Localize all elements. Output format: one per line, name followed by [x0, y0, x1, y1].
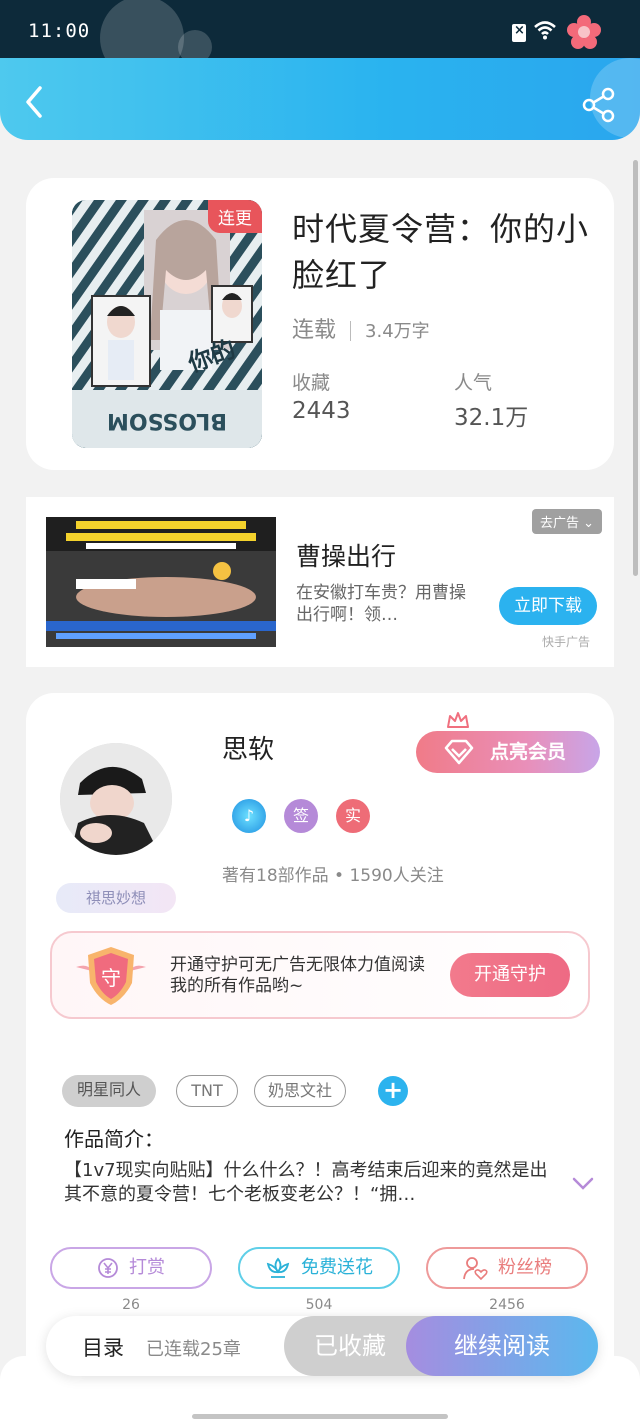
lotus-icon: [266, 1257, 290, 1278]
user-heart-icon: [463, 1257, 488, 1281]
book-meta: 连载 3.4万字: [292, 312, 430, 344]
signed-badge: 签: [284, 799, 318, 833]
intro-label: 作品简介：: [64, 1127, 164, 1151]
tag-item[interactable]: TNT: [176, 1075, 238, 1107]
author-title-tag: 祺思妙想: [56, 883, 176, 913]
svg-text:BLOSSOM: BLOSSOM: [107, 408, 227, 433]
book-info-card: BLOSSOM 你的 连更 时代夏令营：你的小脸红了 连载 3.4万字 收藏 24…: [26, 178, 614, 470]
book-cover[interactable]: BLOSSOM 你的 连更: [72, 200, 262, 448]
author-card: 祺思妙想 思软 点亮会员 ♪ 签 实 著有18部作品 • 1590人关注 守 开…: [26, 693, 614, 1422]
verified-badge: 实: [336, 799, 370, 833]
toc-button[interactable]: 目录: [82, 1332, 124, 1362]
cover-illustration: BLOSSOM 你的: [72, 200, 262, 448]
top-header: [0, 58, 640, 140]
chapter-count[interactable]: 已连载25章: [146, 1335, 241, 1361]
reward-button[interactable]: 打赏: [50, 1247, 212, 1289]
status-time: 11:00: [28, 20, 91, 42]
ad-remove-button[interactable]: 去广告 ⌄: [532, 509, 603, 534]
add-tag-button[interactable]: +: [378, 1076, 408, 1106]
fan-count: 2456: [489, 1297, 525, 1313]
guard-banner: 守 开通守护可无广告无限体力值阅读我的所有作品哟~ 开通守护: [50, 931, 590, 1019]
reward-count: 26: [122, 1297, 140, 1313]
home-indicator[interactable]: [192, 1414, 448, 1419]
send-flower-button[interactable]: 免费送花: [238, 1247, 400, 1289]
vip-label: 点亮会员: [490, 741, 567, 763]
avatar-image: [60, 743, 172, 855]
chevron-down-icon[interactable]: [572, 1177, 594, 1191]
ad-video-thumbnail: [46, 517, 276, 647]
ad-source-label: 快手广告: [542, 635, 591, 649]
continue-reading-button[interactable]: 继续阅读: [406, 1316, 598, 1376]
ad-image[interactable]: [46, 517, 276, 647]
cover-update-tag: 连更: [208, 200, 262, 233]
intro-text: 【1v7现实向贴贴】什么什么？！高考结束后迎来的竟然是出其不意的夏令营！七个老板…: [64, 1160, 548, 1205]
ad-title: 曹操出行: [296, 542, 397, 571]
popularity-value: 32.1万: [454, 405, 529, 431]
wifi-icon: [534, 21, 556, 40]
author-avatar[interactable]: [60, 743, 172, 855]
ad-description: 在安徽打车贵？用曹操出行啊！领…: [296, 583, 466, 625]
send-flower-label: 免费送花: [301, 1257, 373, 1278]
ad-banner[interactable]: 去广告 ⌄ 曹操出行 在安徽打车贵？用曹操出行啊！领… 立即下载 快手广告: [26, 497, 614, 667]
crown-icon: [447, 712, 469, 728]
popularity-label: 人气: [454, 372, 493, 394]
tag-item[interactable]: 奶思文社: [254, 1075, 346, 1107]
collect-value: 2443: [292, 398, 351, 424]
back-icon[interactable]: [18, 82, 54, 122]
collect-label: 收藏: [292, 372, 331, 394]
guard-text: 开通守护可无广告无限体力值阅读我的所有作品哟~: [170, 955, 425, 996]
reward-label: 打赏: [129, 1257, 165, 1278]
diamond-icon: [444, 739, 474, 765]
ad-remove-label: 去广告: [540, 516, 580, 531]
author-stats: 著有18部作品 • 1590人关注: [222, 866, 444, 886]
chevron-down-icon: ⌄: [583, 516, 595, 531]
ad-download-button[interactable]: 立即下载: [499, 587, 597, 625]
book-word-count: 3.4万字: [365, 321, 430, 342]
book-status: 连载: [292, 318, 337, 343]
fan-ranking-button[interactable]: 粉丝榜: [426, 1247, 588, 1289]
tag-item[interactable]: 明星同人: [62, 1075, 156, 1107]
share-icon[interactable]: [580, 86, 618, 124]
book-title: 时代夏令营：你的小脸红了: [292, 210, 590, 294]
sim-icon: [512, 23, 526, 42]
scrollbar[interactable]: [633, 160, 638, 576]
fan-ranking-label: 粉丝榜: [498, 1257, 552, 1278]
status-bar: 11:00: [0, 0, 640, 80]
meta-divider: [350, 321, 352, 341]
guard-open-button[interactable]: 开通守护: [450, 953, 570, 997]
guard-shield-icon: 守: [76, 947, 146, 1005]
yen-icon: [98, 1258, 118, 1278]
flower-count: 504: [305, 1297, 333, 1313]
guard-shield-label: 守: [101, 966, 121, 990]
flower-icon: [567, 15, 601, 49]
music-badge-icon: ♪: [232, 799, 266, 833]
author-name: 思软: [222, 735, 275, 765]
bottom-action-bar: 目录 已连载25章 已收藏 继续阅读: [46, 1316, 598, 1376]
